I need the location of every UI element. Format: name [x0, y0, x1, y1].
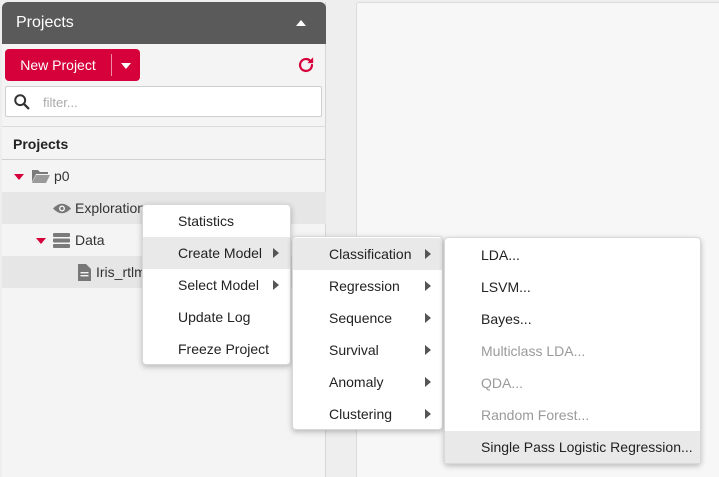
- menu-item-sequence[interactable]: Sequence: [293, 302, 442, 334]
- new-project-split-button: New Project: [5, 49, 140, 81]
- submenu-arrow-icon: [425, 409, 431, 419]
- file-icon: [78, 264, 91, 281]
- submenu-arrow-icon: [425, 313, 431, 323]
- database-icon: [53, 233, 70, 248]
- section-title: Projects: [13, 136, 69, 152]
- folder-open-icon: [32, 170, 50, 183]
- new-project-dropdown[interactable]: [112, 49, 140, 81]
- submenu-arrow-icon: [425, 249, 431, 259]
- eye-icon: [53, 203, 71, 214]
- caret-down-icon: [121, 63, 131, 69]
- create-model-submenu: Classification Regression Sequence Survi…: [292, 236, 443, 430]
- new-project-button[interactable]: New Project: [5, 49, 111, 81]
- refresh-icon[interactable]: [295, 54, 317, 76]
- menu-item-random-forest: Random Forest...: [481, 407, 590, 423]
- tree-item-label: Iris_rtlm: [96, 264, 146, 280]
- menu-item-statistics[interactable]: Statistics: [143, 205, 290, 237]
- classification-submenu: LDA... LSVM... Bayes... Multiclass LDA..…: [444, 237, 701, 464]
- menu-item-regression[interactable]: Regression: [293, 270, 442, 302]
- menu-item-qda: QDA...: [481, 375, 524, 391]
- panel-title: Projects: [16, 14, 74, 31]
- collapse-icon[interactable]: [296, 20, 306, 26]
- submenu-arrow-icon: [273, 248, 279, 258]
- expand-icon[interactable]: [36, 238, 46, 244]
- submenu-arrow-icon: [425, 345, 431, 355]
- menu-item-freeze-project[interactable]: Freeze Project: [143, 333, 290, 365]
- menu-item-anomaly[interactable]: Anomaly: [293, 366, 442, 398]
- menu-item-survival[interactable]: Survival: [293, 334, 442, 366]
- search-icon: [14, 94, 30, 110]
- submenu-arrow-icon: [425, 377, 431, 387]
- tree-item-project[interactable]: p0: [2, 160, 326, 192]
- submenu-arrow-icon: [425, 281, 431, 291]
- menu-item-classification[interactable]: Classification: [293, 238, 442, 270]
- expand-icon[interactable]: [14, 174, 24, 180]
- menu-item-select-model[interactable]: Select Model: [143, 269, 290, 301]
- menu-item-bayes[interactable]: Bayes...: [445, 303, 700, 335]
- menu-item-single-pass-logistic-regression[interactable]: Single Pass Logistic Regression...: [445, 431, 700, 463]
- panel-header[interactable]: Projects: [2, 2, 326, 44]
- tree-item-label: Data: [75, 232, 105, 248]
- menu-item-clustering[interactable]: Clustering: [293, 398, 442, 430]
- menu-item-multiclass-lda: Multiclass LDA...: [481, 343, 586, 359]
- menu-item-update-log[interactable]: Update Log: [143, 301, 290, 333]
- menu-item-lda[interactable]: LDA...: [445, 239, 700, 271]
- menu-item-lsvm[interactable]: LSVM...: [445, 271, 700, 303]
- tree-item-label: Exploration: [75, 200, 146, 216]
- tree-item-label: p0: [54, 168, 70, 184]
- menu-item-create-model[interactable]: Create Model: [143, 237, 290, 269]
- divider: [2, 126, 326, 127]
- filter-input[interactable]: [43, 91, 313, 113]
- submenu-arrow-icon: [273, 280, 279, 290]
- filter-field[interactable]: [5, 86, 322, 117]
- context-menu: Statistics Create Model Select Model Upd…: [142, 204, 291, 365]
